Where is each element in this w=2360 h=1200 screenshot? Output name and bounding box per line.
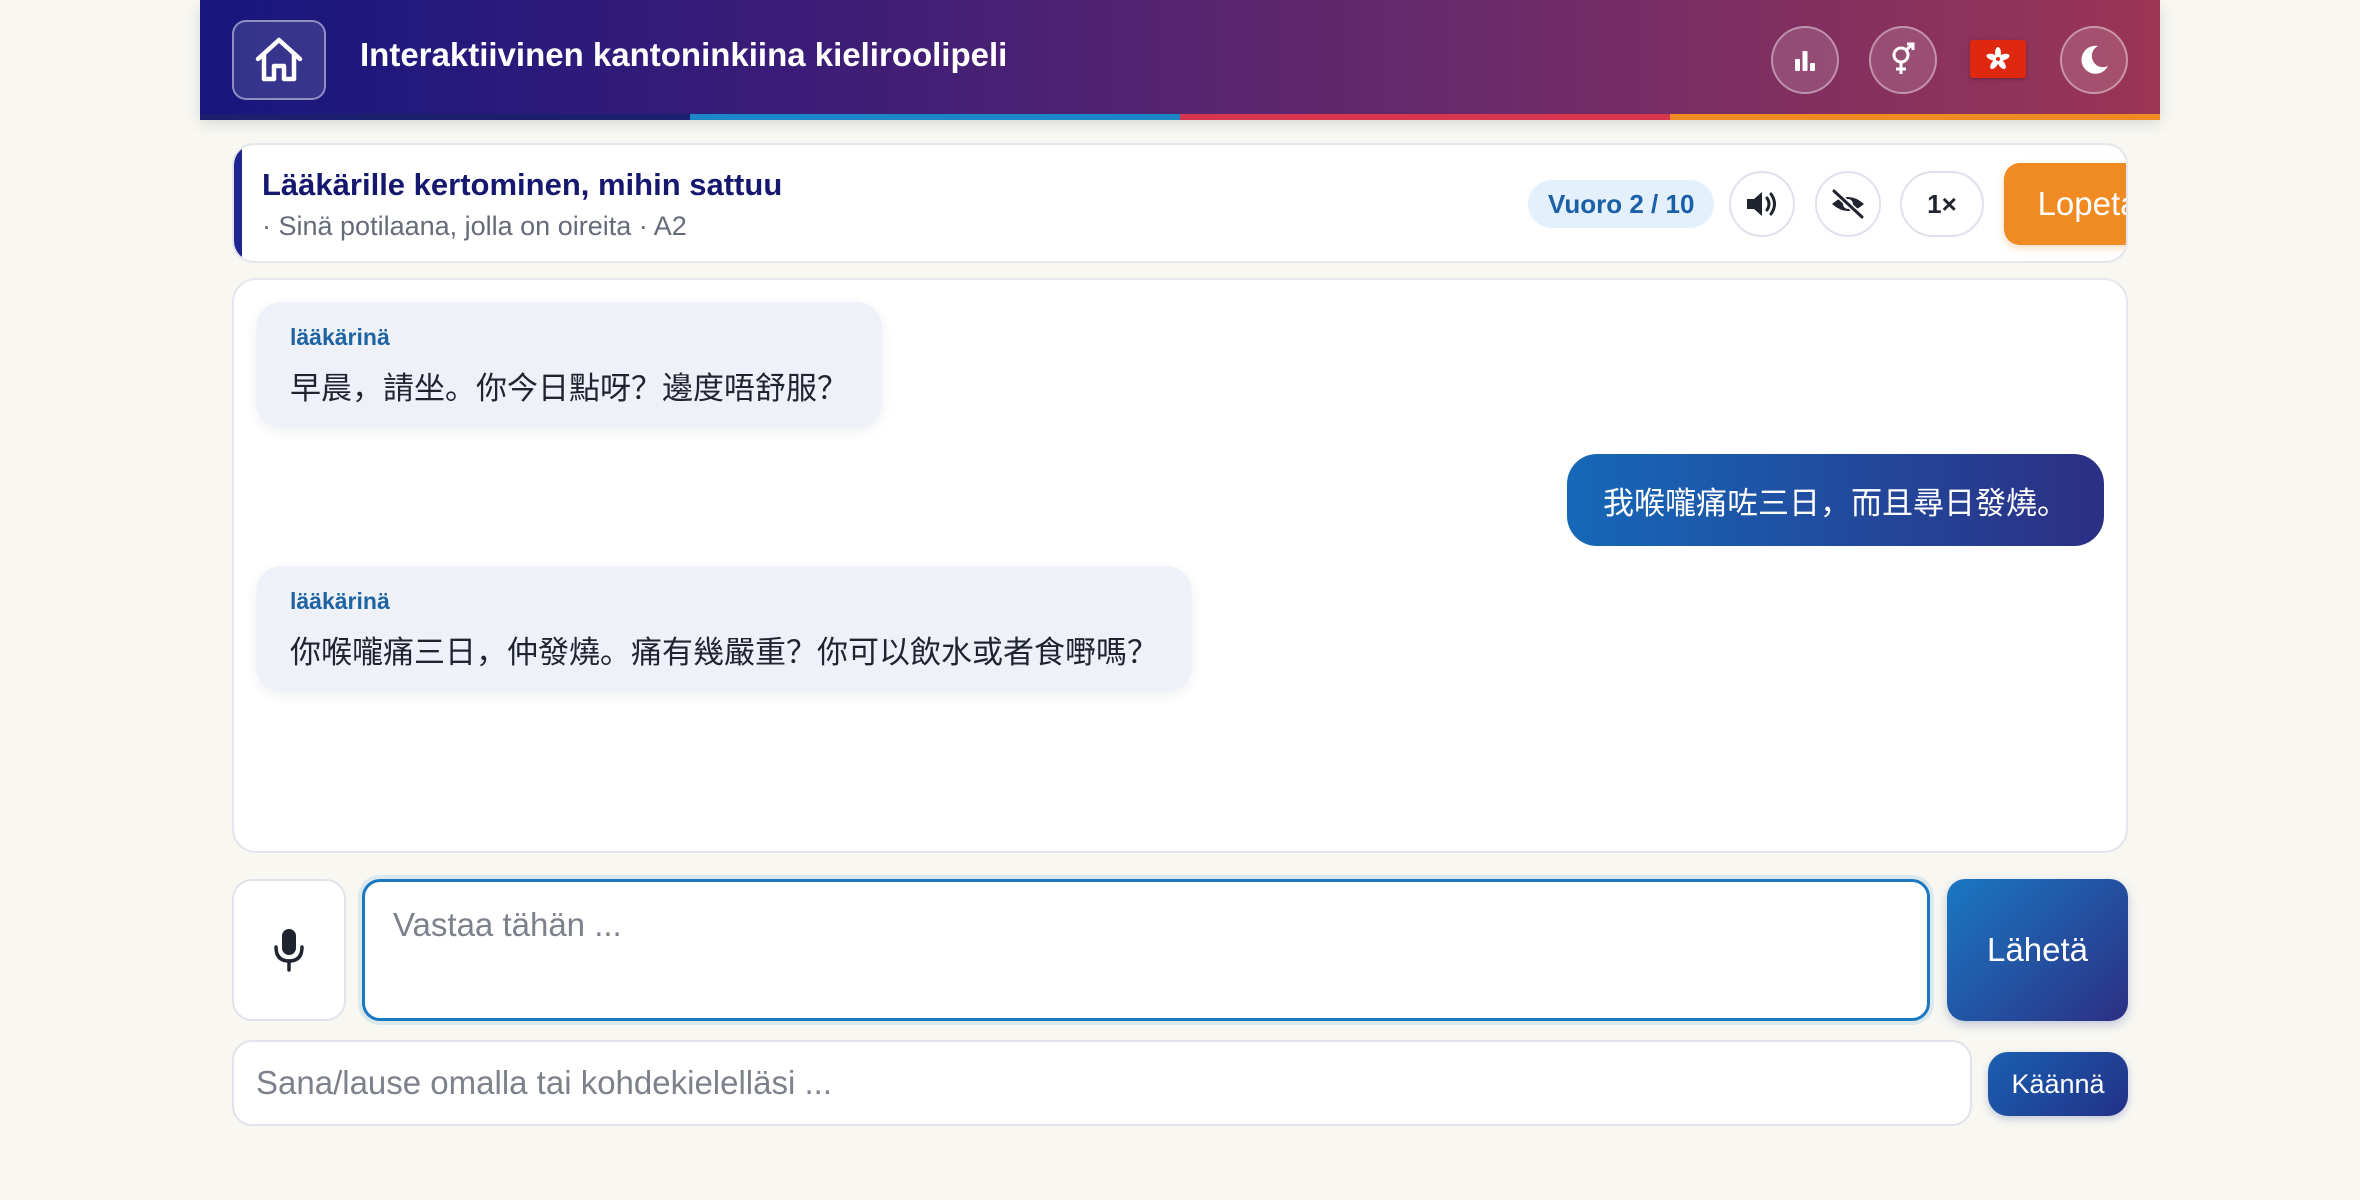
- gender-icon: [1892, 42, 1915, 74]
- chat-message-npc: lääkärinä 早晨，請坐。你今日點呀？邊度唔舒服？: [256, 302, 882, 428]
- home-icon: [255, 37, 303, 82]
- chat-area: lääkärinä 早晨，請坐。你今日點呀？邊度唔舒服？ 我喉嚨痛咗三日，而且尋…: [232, 278, 2128, 853]
- speaker-icon: [1747, 192, 1776, 216]
- microphone-button[interactable]: [232, 879, 346, 1021]
- dark-mode-button[interactable]: [2060, 26, 2128, 94]
- app-root: Interaktiivinen kantoninkiina kielirooli…: [200, 0, 2160, 1200]
- hide-text-button[interactable]: [1815, 171, 1881, 237]
- turn-counter-badge: Vuoro 2 / 10: [1528, 180, 1715, 228]
- send-button[interactable]: Lähetä: [1947, 879, 2128, 1021]
- home-button[interactable]: [232, 20, 326, 100]
- reply-input[interactable]: [362, 879, 1930, 1021]
- translate-input[interactable]: [232, 1040, 1972, 1126]
- message-role-label: lääkärinä: [290, 324, 390, 350]
- scenario-title: Lääkärille kertominen, mihin sattuu: [262, 167, 783, 202]
- message-text: 你喉嚨痛三日，仲發燒。痛有幾嚴重？你可以飲水或者食嘢嗎？: [290, 635, 1158, 670]
- moon-icon: [2081, 45, 2108, 74]
- stats-icon: [1795, 51, 1815, 71]
- translate-button[interactable]: Käännä: [1988, 1052, 2128, 1116]
- scenario-accent: [234, 145, 242, 261]
- header-color-stripe: [200, 114, 2160, 120]
- stop-practice-button[interactable]: Lopeta harjoitus: [2004, 163, 2126, 245]
- stats-button[interactable]: [1771, 26, 1839, 94]
- gender-button[interactable]: [1869, 26, 1937, 94]
- speaker-button[interactable]: [1729, 171, 1795, 237]
- message-role-label: lääkärinä: [290, 588, 390, 614]
- chat-message-npc: lääkärinä 你喉嚨痛三日，仲發燒。痛有幾嚴重？你可以飲水或者食嘢嗎？: [256, 566, 1192, 692]
- app-header: Interaktiivinen kantoninkiina kielirooli…: [200, 0, 2160, 120]
- eye-slash-icon: [1831, 188, 1865, 220]
- app-title: Interaktiivinen kantoninkiina kielirooli…: [360, 36, 1008, 73]
- chat-message-user: 我喉嚨痛咗三日，而且尋日發燒。: [1567, 454, 2104, 546]
- hong-kong-flag-icon[interactable]: [1970, 40, 2026, 78]
- scenario-bar: Lääkärille kertominen, mihin sattuu · Si…: [232, 143, 2128, 263]
- message-text: 早晨，請坐。你今日點呀？邊度唔舒服？: [290, 371, 848, 406]
- playback-speed-button[interactable]: 1×: [1900, 171, 1984, 237]
- microphone-icon: [274, 929, 304, 972]
- scenario-subtitle: · Sinä potilaana, jolla on oireita · A2: [262, 211, 687, 241]
